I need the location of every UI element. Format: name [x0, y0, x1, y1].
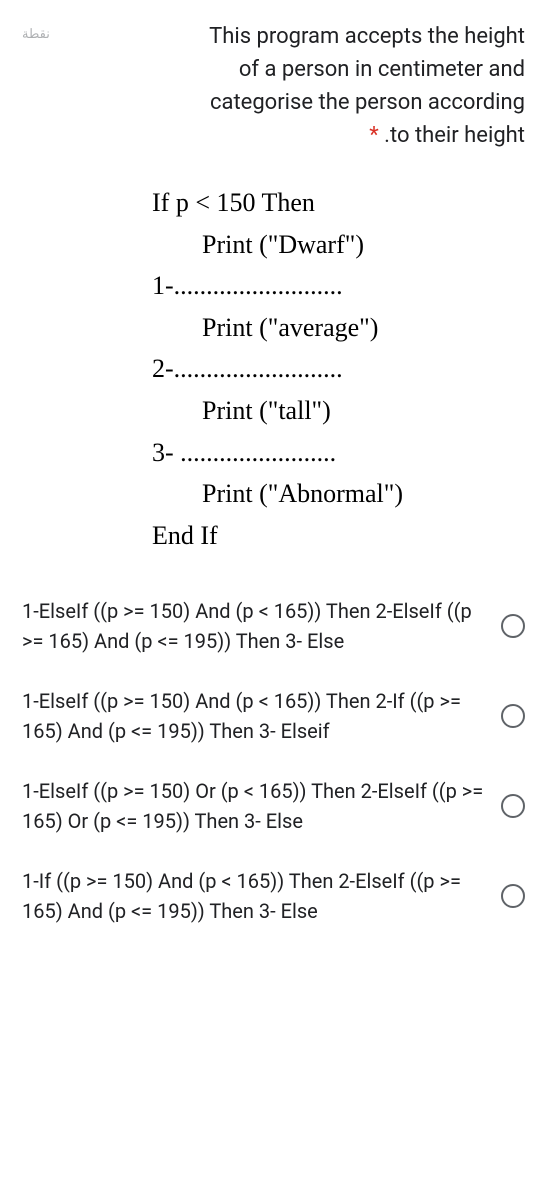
option-text: 1-ElseIf ((p >= 150) Or (p < 165)) Then … — [22, 776, 486, 836]
question-header: نقطة This program accepts the height of … — [22, 20, 525, 152]
question-line-1: This program accepts the height — [209, 24, 525, 49]
code-line: End If — [152, 515, 525, 557]
code-line: Print ("average") — [152, 307, 525, 349]
code-block: If p < 150 Then Print ("Dwarf") 1-......… — [152, 182, 525, 556]
points-label: نقطة — [22, 20, 50, 42]
radio-button[interactable] — [501, 614, 525, 638]
code-line: Print ("Abnormal") — [152, 473, 525, 515]
radio-button[interactable] — [501, 884, 525, 908]
question-line-4: .to their height — [384, 123, 525, 148]
question-text: This program accepts the height of a per… — [68, 20, 525, 152]
code-line: Print ("tall") — [152, 390, 525, 432]
code-line: Print ("Dwarf") — [152, 224, 525, 266]
option-text: 1-ElseIf ((p >= 150) And (p < 165)) Then… — [22, 596, 486, 656]
radio-button[interactable] — [501, 794, 525, 818]
question-line-3: categorise the person according — [210, 90, 525, 115]
option-text: 1-ElseIf ((p >= 150) And (p < 165)) Then… — [22, 686, 486, 746]
required-star: * — [369, 123, 378, 148]
options-container: 1-ElseIf ((p >= 150) And (p < 165)) Then… — [22, 596, 525, 926]
option-row[interactable]: 1-ElseIf ((p >= 150) Or (p < 165)) Then … — [22, 776, 525, 836]
option-row[interactable]: 1-ElseIf ((p >= 150) And (p < 165)) Then… — [22, 596, 525, 656]
option-row[interactable]: 1-If ((p >= 150) And (p < 165)) Then 2-E… — [22, 866, 525, 926]
option-row[interactable]: 1-ElseIf ((p >= 150) And (p < 165)) Then… — [22, 686, 525, 746]
radio-button[interactable] — [501, 704, 525, 728]
code-blank-1: 1-.......................... — [152, 265, 525, 307]
code-blank-3: 3- ........................ — [152, 432, 525, 474]
code-line: If p < 150 Then — [152, 182, 525, 224]
code-blank-2: 2-.......................... — [152, 348, 525, 390]
option-text: 1-If ((p >= 150) And (p < 165)) Then 2-E… — [22, 866, 486, 926]
question-line-2: of a person in centimeter and — [239, 57, 525, 82]
